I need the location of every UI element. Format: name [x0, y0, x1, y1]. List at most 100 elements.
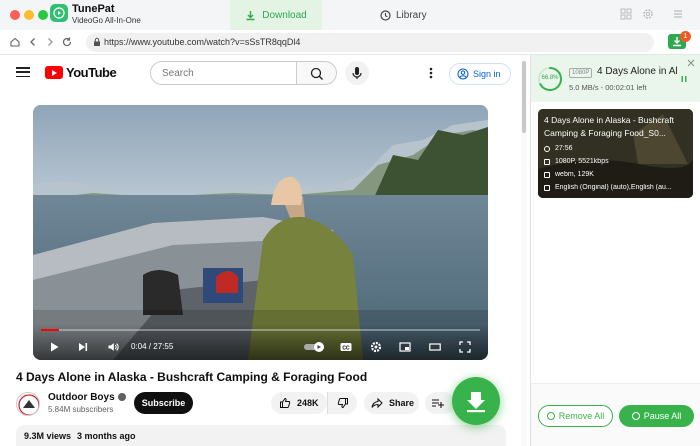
sign-in-button[interactable]: Sign in: [449, 63, 511, 85]
channel-name[interactable]: Outdoor Boys: [48, 392, 126, 403]
minimize-window-button[interactable]: [24, 10, 34, 20]
miniplayer-icon[interactable]: [399, 341, 411, 353]
subscriber-count: 5.84M subscribers: [48, 405, 114, 414]
player-controls: 0:04 / 27:55 CC: [33, 324, 488, 360]
thumbs-down-icon: [337, 398, 348, 409]
forward-arrow-icon[interactable]: [43, 36, 56, 49]
channel-avatar[interactable]: [16, 392, 40, 416]
account-icon: [457, 68, 469, 80]
current-download-item: 66.8% 1080P 4 Days Alone in Alaska - Bus…: [531, 55, 700, 102]
fullscreen-icon[interactable]: [459, 341, 471, 353]
progress-percent: 66.8%: [541, 75, 559, 81]
view-count: 9.3M views: [24, 431, 72, 441]
card-duration-row: 27:56: [544, 145, 690, 152]
hamburger-menu-icon[interactable]: [16, 67, 30, 77]
dislike-button[interactable]: [327, 392, 357, 414]
app-window: TunePat VideoGo All-In-One Download Libr…: [0, 0, 700, 446]
video-player[interactable]: 0:04 / 27:55 CC: [33, 105, 488, 360]
svg-text:CC: CC: [342, 345, 350, 351]
tab-library-label: Library: [396, 9, 427, 21]
remove-all-label: Remove All: [558, 411, 605, 421]
card-video-info: 1080P, 5521kbps: [555, 158, 609, 165]
search-placeholder: Search: [162, 68, 194, 79]
back-arrow-icon[interactable]: [26, 36, 39, 49]
tab-download-label: Download: [262, 9, 307, 21]
playlist-add-icon: [432, 399, 444, 408]
download-speed: 5.0 MB/s - 00:02:01 left: [569, 83, 647, 92]
play-icon[interactable]: [48, 341, 60, 353]
maximize-window-button[interactable]: [38, 10, 48, 20]
reload-icon[interactable]: [60, 36, 73, 49]
pause-item-icon[interactable]: [680, 75, 688, 85]
clock-icon: [380, 9, 391, 21]
audio-format-icon: [544, 171, 550, 178]
share-icon: [371, 397, 383, 409]
video-time: 0:04 / 27:55: [131, 342, 173, 351]
like-button[interactable]: 248K: [271, 392, 327, 414]
download-count-badge: 1: [680, 31, 691, 42]
next-icon[interactable]: [77, 341, 89, 353]
volume-icon[interactable]: [107, 341, 119, 353]
pause-icon: [631, 412, 640, 420]
video-format-icon: [544, 158, 550, 165]
url-text: https://www.youtube.com/watch?v=sSsTR8qq…: [104, 37, 301, 47]
video-frame: [33, 105, 488, 360]
captions-icon[interactable]: CC: [340, 341, 352, 353]
app-name: TunePat: [72, 3, 115, 15]
queued-download-card[interactable]: 4 Days Alone in Alaska - Bushcraft Campi…: [538, 109, 693, 198]
card-audio-info: webm, 129K: [555, 171, 594, 178]
download-arrow-icon: [467, 392, 485, 413]
video-progress-bar[interactable]: [41, 329, 480, 331]
card-video-row: 1080P, 5521kbps: [544, 158, 690, 165]
share-label: Share: [389, 398, 415, 408]
share-button[interactable]: Share: [364, 392, 419, 414]
browser-navbar: https://www.youtube.com/watch?v=sSsTR8qq…: [0, 30, 700, 55]
home-icon[interactable]: [8, 36, 21, 49]
download-icon: [246, 10, 255, 20]
autoplay-toggle-icon[interactable]: [303, 341, 327, 353]
title-bar: TunePat VideoGo All-In-One Download Libr…: [0, 0, 700, 30]
page-scrollbar[interactable]: [521, 55, 527, 446]
subscribe-button[interactable]: Subscribe: [134, 392, 193, 414]
pause-all-button[interactable]: Pause All: [619, 405, 694, 427]
like-count: 248K: [297, 398, 319, 408]
download-video-button[interactable]: [452, 377, 500, 425]
youtube-search-button[interactable]: [297, 61, 337, 85]
channel-name-text: Outdoor Boys: [48, 392, 115, 403]
settings-icon[interactable]: [370, 341, 382, 353]
card-audio-row: webm, 129K: [544, 171, 690, 178]
lock-icon: [94, 37, 100, 46]
url-bar[interactable]: https://www.youtube.com/watch?v=sSsTR8qq…: [86, 33, 654, 52]
youtube-search-input[interactable]: Search: [150, 61, 297, 85]
sign-in-label: Sign in: [473, 69, 501, 79]
settings-gear-icon[interactable]: [642, 8, 654, 20]
tools-grid-icon[interactable]: [620, 8, 632, 20]
more-vertical-icon[interactable]: [427, 65, 435, 81]
voice-search-button[interactable]: [345, 61, 369, 85]
youtube-page: YouTube Search Sign in 0:04 / 27:55 CC 4…: [0, 55, 530, 446]
tab-download[interactable]: Download: [230, 0, 322, 30]
card-subtitle-row: English (Original) (auto),English (au...: [544, 184, 690, 191]
microphone-icon: [352, 67, 362, 79]
progress-ring: 66.8%: [537, 66, 563, 92]
thumbs-up-icon: [280, 397, 291, 408]
youtube-logo[interactable]: YouTube: [45, 65, 117, 80]
panel-footer: Remove All Pause All: [531, 383, 700, 446]
remove-all-button[interactable]: Remove All: [538, 405, 613, 427]
search-icon: [310, 67, 323, 80]
download-queue-panel: 66.8% 1080P 4 Days Alone in Alaska - Bus…: [530, 55, 700, 446]
app-logo-icon: [50, 4, 68, 22]
pause-all-label: Pause All: [643, 411, 682, 421]
menu-icon[interactable]: [672, 8, 684, 20]
tab-library[interactable]: Library: [380, 0, 440, 30]
video-metadata-box[interactable]: 9.3M views 3 months ago: [16, 425, 506, 446]
scrollbar-thumb[interactable]: [522, 61, 526, 133]
save-to-playlist-button[interactable]: [425, 392, 455, 414]
close-panel-icon[interactable]: [687, 59, 695, 69]
close-window-button[interactable]: [10, 10, 20, 20]
current-download-title: 4 Days Alone in Alaska - Bushcraft Campi…: [597, 66, 677, 77]
theater-mode-icon[interactable]: [429, 341, 441, 353]
verified-icon: [117, 393, 126, 402]
youtube-wordmark: YouTube: [66, 65, 117, 80]
upload-age: 3 months ago: [77, 431, 136, 441]
